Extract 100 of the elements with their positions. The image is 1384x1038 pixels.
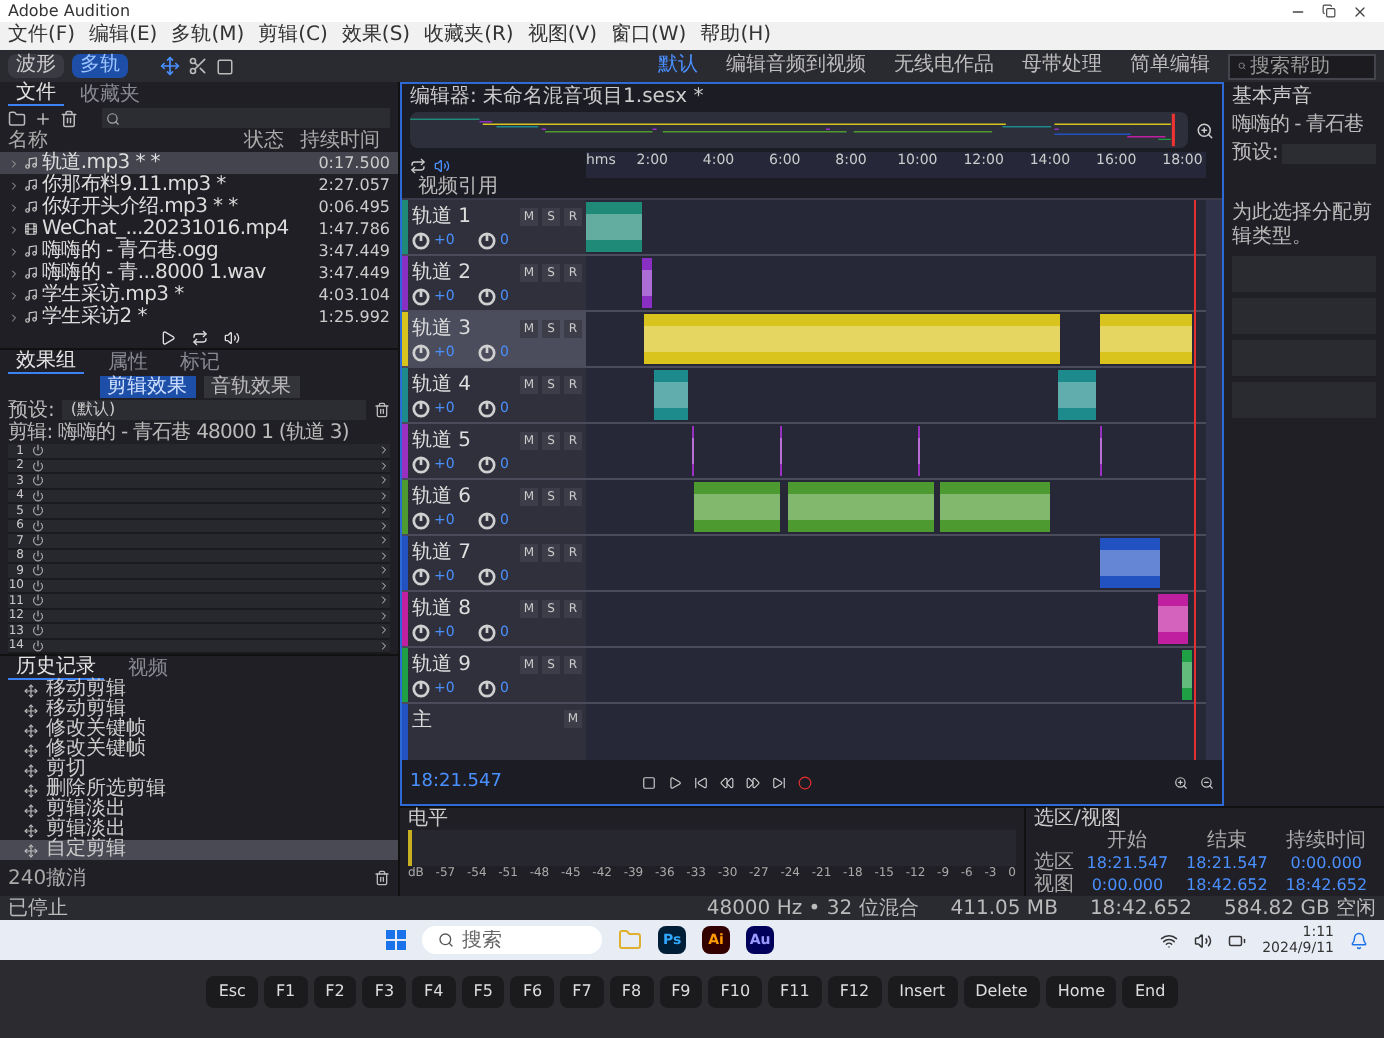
panel-tab[interactable]: 效果组 — [8, 350, 84, 374]
add-icon[interactable] — [34, 109, 52, 127]
speaker-icon[interactable] — [223, 330, 239, 346]
zoom-icon[interactable] — [1196, 121, 1214, 139]
panel-tab[interactable]: 文件 — [8, 82, 64, 106]
keyboard-key[interactable]: F3 — [362, 976, 407, 1008]
history-item[interactable]: 修改关键帧 — [0, 740, 398, 760]
keyboard-key[interactable]: F6 — [510, 976, 555, 1008]
fast-forward-icon[interactable] — [746, 775, 760, 789]
history-item[interactable]: 修改关键帧 — [0, 720, 398, 740]
menu-item[interactable]: 窗口(W) — [611, 24, 687, 48]
sync-icon[interactable] — [410, 157, 426, 173]
play-icon[interactable] — [668, 775, 682, 789]
keyboard-key[interactable]: Insert — [887, 976, 958, 1008]
knob[interactable] — [412, 343, 430, 361]
vertical-scrollbar[interactable] — [1206, 200, 1222, 760]
move-tool-icon[interactable] — [160, 56, 180, 76]
trash-icon[interactable] — [374, 870, 390, 886]
history-item[interactable]: 移动剪辑 — [0, 700, 398, 720]
file-row[interactable]: 嗨嗨的 - 青...8000 1.wav 3:47.449 — [0, 262, 398, 284]
file-row[interactable]: 学生采访.mp3 * 4:03.104 — [0, 284, 398, 306]
workspace-tab[interactable]: 编辑音频到视频 — [716, 54, 876, 78]
file-row[interactable]: 学生采访2 * 1:25.992 — [0, 306, 398, 328]
menu-item[interactable]: 编辑(E) — [89, 24, 158, 48]
keyboard-key[interactable]: F7 — [560, 976, 604, 1008]
search-input[interactable]: 搜索帮助 — [1250, 55, 1366, 77]
knob[interactable] — [412, 455, 430, 473]
skip-forward-icon[interactable] — [772, 775, 786, 789]
menu-item[interactable]: 文件(F) — [8, 24, 76, 48]
time-value[interactable]: 18:42.652 — [1276, 874, 1376, 896]
file-row[interactable]: 你那布料9.11.mp3 * 2:27.057 — [0, 174, 398, 196]
battery-icon[interactable] — [1228, 931, 1247, 949]
file-row[interactable]: WeChat_...20231016.mp4 1:47.786 — [0, 218, 398, 240]
power-icon[interactable] — [32, 444, 44, 457]
panel-tab[interactable]: 视频 — [120, 657, 176, 679]
rewind-icon[interactable] — [720, 775, 734, 789]
knob[interactable] — [478, 623, 496, 641]
stop-icon[interactable] — [642, 775, 656, 789]
knob[interactable] — [412, 567, 430, 585]
trash-icon[interactable] — [374, 402, 390, 419]
close-icon[interactable] — [1352, 3, 1368, 19]
search-field[interactable]: 搜索帮助 — [1228, 53, 1376, 79]
knob[interactable] — [478, 455, 496, 473]
knob[interactable] — [412, 399, 430, 417]
speaker-icon[interactable] — [1194, 931, 1213, 949]
audio-clip[interactable] — [641, 258, 652, 308]
knob[interactable] — [412, 623, 430, 641]
audio-clip[interactable] — [693, 482, 780, 532]
time-value[interactable]: 18:42.652 — [1177, 874, 1277, 896]
knob[interactable] — [478, 343, 496, 361]
zoom-out-icon[interactable] — [1200, 775, 1214, 789]
filter-field[interactable] — [102, 108, 390, 128]
restore-icon[interactable] — [1322, 4, 1336, 18]
audio-clip[interactable] — [939, 482, 1050, 532]
time-value[interactable]: 0:00.000 — [1077, 874, 1178, 896]
audio-clip[interactable] — [787, 482, 934, 532]
keyboard-key[interactable]: F12 — [827, 976, 882, 1008]
file-row[interactable]: 嗨嗨的 - 青石巷.ogg 3:47.449 — [0, 240, 398, 262]
workspace-tab[interactable]: 无线电作品 — [884, 54, 1004, 78]
panel-tab[interactable]: 历史记录 — [8, 656, 104, 680]
power-icon[interactable] — [32, 549, 44, 562]
audio-clip[interactable] — [654, 370, 689, 420]
history-item[interactable]: 剪辑淡出 — [0, 820, 398, 840]
menu-item[interactable]: 剪辑(C) — [258, 24, 328, 48]
power-icon[interactable] — [32, 504, 44, 517]
power-icon[interactable] — [32, 579, 44, 592]
power-icon[interactable] — [32, 639, 44, 652]
history-item[interactable]: 移动剪辑 — [0, 680, 398, 700]
power-icon[interactable] — [32, 519, 44, 532]
panel-tab[interactable]: 属性 — [100, 351, 156, 373]
wifi-icon[interactable] — [1160, 931, 1179, 949]
workspace-tab[interactable]: 简单编辑 — [1120, 54, 1220, 78]
knob[interactable] — [478, 679, 496, 697]
audio-clip[interactable] — [586, 202, 642, 252]
volume-mode-icon[interactable] — [434, 157, 450, 173]
windows-logo-icon[interactable] — [386, 930, 407, 950]
power-icon[interactable] — [32, 624, 44, 637]
keyboard-key[interactable]: Delete — [963, 976, 1040, 1008]
time-value[interactable]: 18:21.547 — [1177, 852, 1277, 874]
keyboard-key[interactable]: F8 — [609, 976, 654, 1008]
overview-drawing[interactable] — [410, 112, 1188, 148]
trash-icon[interactable] — [60, 109, 78, 127]
menu-item[interactable]: 效果(S) — [341, 24, 411, 48]
notification-icon[interactable] — [1350, 931, 1368, 949]
knob[interactable] — [478, 231, 496, 249]
keyboard-key[interactable]: F5 — [461, 976, 505, 1008]
record-icon[interactable] — [798, 775, 812, 789]
panel-tab[interactable]: 收藏夹 — [72, 83, 148, 105]
column-header[interactable]: 持续时间 — [300, 130, 380, 152]
history-item[interactable]: 剪切 — [0, 760, 398, 780]
skip-back-icon[interactable] — [694, 775, 708, 789]
power-icon[interactable] — [32, 534, 44, 547]
marquee-tool-icon[interactable] — [216, 57, 234, 75]
panel-tab[interactable]: 标记 — [172, 351, 228, 373]
keyboard-key[interactable]: Esc — [206, 976, 258, 1008]
history-item[interactable]: 删除所选剪辑 — [0, 780, 398, 800]
audio-clip[interactable] — [1099, 538, 1161, 588]
workspace-tab[interactable]: 母带处理 — [1012, 54, 1112, 78]
power-icon[interactable] — [32, 489, 44, 502]
power-icon[interactable] — [32, 564, 44, 577]
